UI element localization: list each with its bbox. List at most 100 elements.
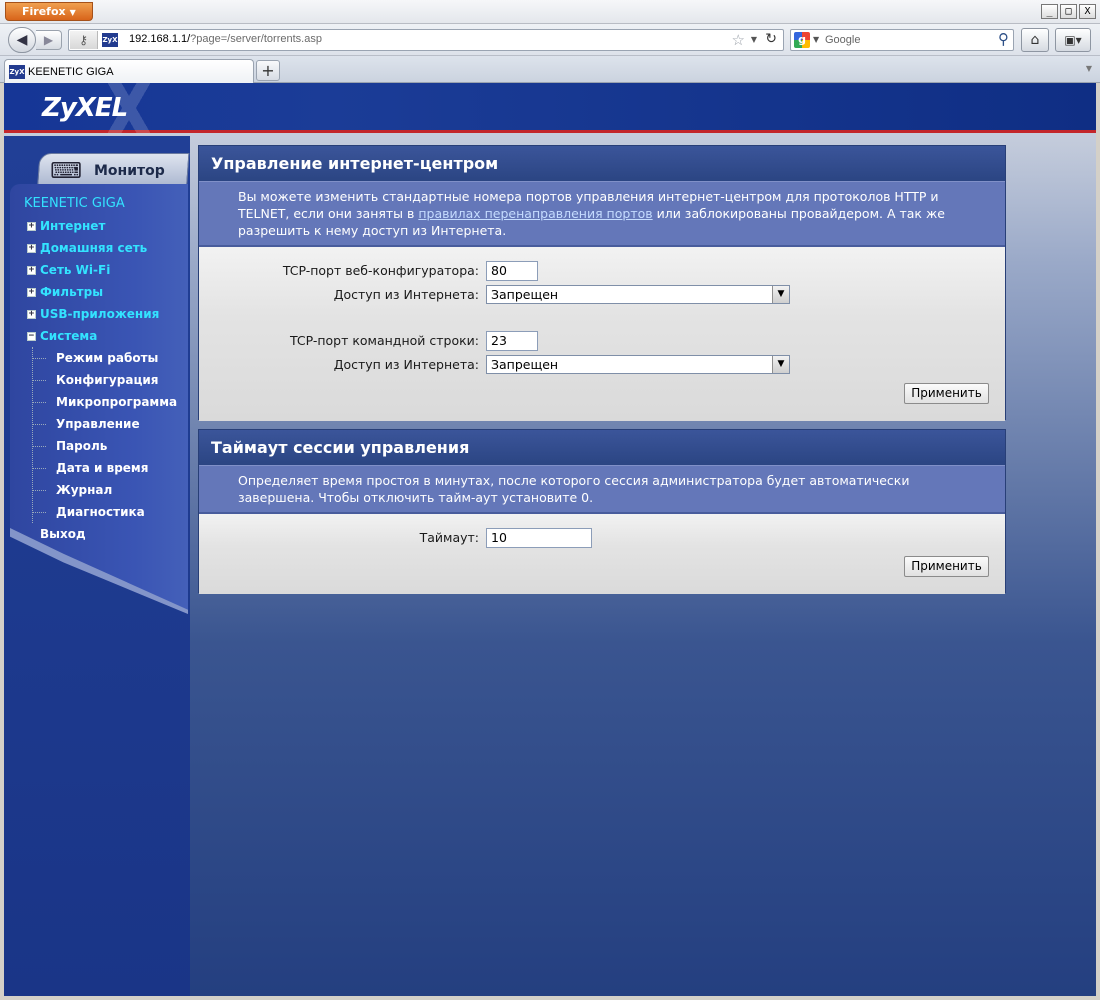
expand-plus-icon[interactable]: + (27, 309, 36, 319)
bookmarks-menu-button[interactable]: ▣▾ (1055, 28, 1091, 52)
window-controls: _ □ X (1041, 4, 1096, 19)
management-panel: Управление интернет-центром Вы можете из… (198, 145, 1006, 421)
timeout-row: Таймаут: 10 (199, 528, 1007, 548)
back-arrow-icon: ◀ (16, 32, 28, 48)
expand-plus-icon[interactable]: + (27, 221, 36, 231)
apply-ports-button[interactable]: Применить (904, 383, 989, 404)
submenu-item-firmware[interactable]: Микропрограмма (32, 391, 177, 413)
tab-list-chevron-icon[interactable]: ▼ (1086, 64, 1092, 73)
new-tab-button[interactable]: + (256, 60, 280, 81)
menu-item-label[interactable]: Домашняя сеть (40, 241, 147, 255)
menu-item-system[interactable]: − Система (24, 325, 177, 347)
menu-item-filters[interactable]: + Фильтры (24, 281, 177, 303)
window-titlebar: Firefox ▼ _ □ X (0, 0, 1100, 24)
monitor-tab-label[interactable]: Монитор (94, 163, 165, 179)
submenu-item-password[interactable]: Пароль (32, 435, 177, 457)
site-identity-key-icon[interactable]: ⚷ (70, 31, 98, 49)
menu-item-label[interactable]: Сеть Wi-Fi (40, 263, 110, 277)
navigation-toolbar: ◀ ▶ ⚷ ZyX 192.168.1.1/?page=/server/torr… (0, 24, 1100, 56)
submenu-item-configuration[interactable]: Конфигурация (32, 369, 177, 391)
system-submenu: Режим работы Конфигурация Микропрограмма… (32, 347, 177, 523)
http-port-input[interactable]: 80 (486, 261, 538, 281)
menu-item-label[interactable]: Выход (40, 527, 86, 541)
menu-item-label[interactable]: Интернет (40, 219, 105, 233)
close-button[interactable]: X (1079, 4, 1096, 19)
http-access-row: Доступ из Интернета: Запрещен ▼ (199, 285, 1007, 305)
search-engine-dropdown-icon[interactable]: ▼ (813, 35, 819, 44)
submenu-item-management[interactable]: Управление (32, 413, 177, 435)
forward-button[interactable]: ▶ (36, 30, 62, 50)
firefox-menu-button[interactable]: Firefox ▼ (5, 2, 93, 21)
submenu-item-label[interactable]: Диагностика (56, 505, 145, 519)
select-value: Запрещен (491, 287, 559, 302)
panel-description: Вы можете изменить стандартные номера по… (199, 181, 1005, 247)
main-menu: KEENETIC GIGA + Интернет + Домашняя сеть… (24, 196, 177, 545)
firefox-menu-label: Firefox (22, 5, 66, 18)
home-button[interactable]: ⌂ (1021, 28, 1049, 52)
google-search-engine-icon[interactable]: g (794, 32, 810, 48)
select-value: Запрещен (491, 357, 559, 372)
expand-plus-icon[interactable]: + (27, 243, 36, 253)
zyxel-logo: ZyXEL (42, 93, 128, 123)
tab-keenetic-giga[interactable]: ZyX KEENETIC GIGA (4, 59, 254, 84)
dropdown-arrow-icon[interactable]: ▼ (772, 286, 789, 303)
menu-item-home-network[interactable]: + Домашняя сеть (24, 237, 177, 259)
telnet-access-select[interactable]: Запрещен ▼ (486, 355, 790, 374)
http-port-row: TCP-порт веб-конфигуратора: 80 (199, 261, 1007, 281)
site-favicon: ZyX (102, 33, 118, 47)
panel-title: Таймаут сессии управления (199, 430, 1005, 465)
search-input[interactable]: Google (825, 34, 860, 46)
menu-item-internet[interactable]: + Интернет (24, 215, 177, 237)
device-name: KEENETIC GIGA (24, 196, 125, 211)
search-bar[interactable]: g ▼ Google ⚲ (790, 29, 1014, 51)
tab-favicon: ZyX (9, 65, 25, 79)
forward-arrow-icon: ▶ (43, 33, 54, 47)
menu-item-exit[interactable]: Выход (40, 523, 177, 545)
maximize-button[interactable]: □ (1060, 4, 1077, 19)
http-access-label: Доступ из Интернета: (333, 287, 479, 302)
panel-form: TCP-порт веб-конфигуратора: 80 Доступ из… (199, 247, 1005, 421)
back-button[interactable]: ◀ (8, 27, 36, 53)
address-bar[interactable]: ⚷ ZyX 192.168.1.1/?page=/server/torrents… (68, 29, 784, 51)
expand-plus-icon[interactable]: + (27, 287, 36, 297)
submenu-item-label[interactable]: Конфигурация (56, 373, 158, 387)
telnet-port-input[interactable]: 23 (486, 331, 538, 351)
reload-icon[interactable]: ↻ (765, 31, 777, 47)
submenu-item-label[interactable]: Дата и время (56, 461, 148, 475)
submenu-item-label[interactable]: Управление (56, 417, 140, 431)
url-history-dropdown-icon[interactable]: ▼ (751, 35, 757, 44)
tab-title: KEENETIC GIGA (28, 66, 114, 78)
submenu-item-label[interactable]: Журнал (56, 483, 112, 497)
dropdown-arrow-icon[interactable]: ▼ (772, 356, 789, 373)
telnet-access-row: Доступ из Интернета: Запрещен ▼ (199, 355, 1007, 375)
menu-item-label[interactable]: Фильтры (40, 285, 103, 299)
session-timeout-panel: Таймаут сессии управления Определяет вре… (198, 429, 1006, 594)
submenu-item-diagnostics[interactable]: Диагностика (32, 501, 177, 523)
url-text[interactable]: 192.168.1.1/?page=/server/torrents.asp (129, 33, 322, 45)
submenu-item-label[interactable]: Режим работы (56, 351, 158, 365)
bookmarks-icon: ▣▾ (1064, 33, 1082, 47)
http-access-select[interactable]: Запрещен ▼ (486, 285, 790, 304)
submenu-item-date-time[interactable]: Дата и время (32, 457, 177, 479)
port-forwarding-rules-link[interactable]: правилах перенаправления портов (418, 206, 652, 221)
collapse-minus-icon[interactable]: − (27, 331, 36, 341)
submenu-item-log[interactable]: Журнал (32, 479, 177, 501)
menu-item-label[interactable]: USB-приложения (40, 307, 159, 321)
apply-timeout-button[interactable]: Применить (904, 556, 989, 577)
submenu-item-label[interactable]: Микропрограмма (56, 395, 177, 409)
bookmark-star-icon[interactable]: ☆ (732, 31, 745, 49)
search-magnifier-icon[interactable]: ⚲ (998, 30, 1009, 48)
panel-form: Таймаут: 10 Применить (199, 514, 1005, 594)
chevron-down-icon: ▼ (69, 8, 76, 17)
menu-item-label[interactable]: Система (40, 329, 97, 343)
minimize-button[interactable]: _ (1041, 4, 1058, 19)
timeout-label: Таймаут: (419, 530, 479, 545)
timeout-input[interactable]: 10 (486, 528, 592, 548)
menu-item-wifi[interactable]: + Сеть Wi-Fi (24, 259, 177, 281)
expand-plus-icon[interactable]: + (27, 265, 36, 275)
telnet-port-label: TCP-порт командной строки: (289, 333, 479, 348)
submenu-item-label[interactable]: Пароль (56, 439, 107, 453)
submenu-item-operation-mode[interactable]: Режим работы (32, 347, 177, 369)
menu-item-usb-apps[interactable]: + USB-приложения (24, 303, 177, 325)
home-icon: ⌂ (1030, 32, 1040, 48)
